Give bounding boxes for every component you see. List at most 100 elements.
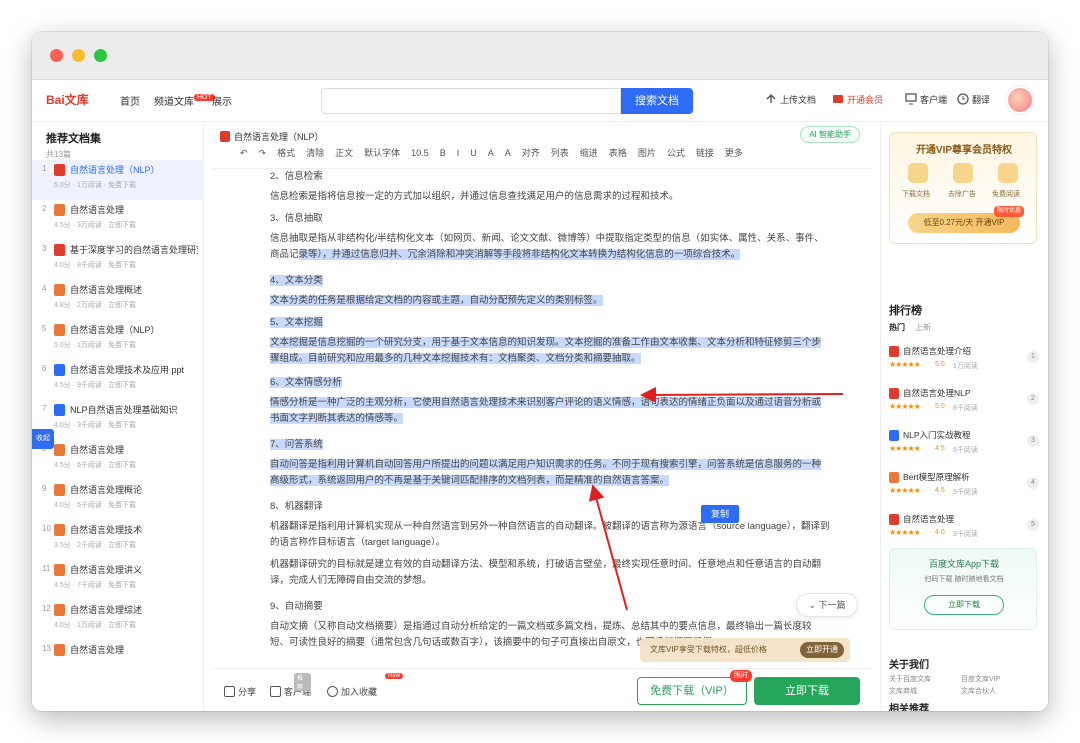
free-download-button[interactable]: 免费下载（VIP） 限时: [637, 670, 752, 705]
upload-icon: [765, 93, 777, 105]
toolbar-button[interactable]: 列表: [551, 148, 569, 158]
tab-hot[interactable]: 热门: [889, 323, 905, 332]
doc-list-item[interactable]: 3 基于深度学习的自然语言处理研究 4.0分 · 8千阅读 · 免费下载: [32, 240, 203, 280]
vip-tool[interactable]: 开通会员: [832, 93, 883, 106]
section-heading-text: 8、机器翻译: [270, 501, 323, 512]
next-doc-button[interactable]: ⌄ 下一篇: [796, 593, 858, 617]
translate-tool[interactable]: 翻译: [957, 93, 990, 106]
paragraph: 情感分析是一种广泛的主观分析，它使用自然语言处理技术来识别客户评论的语义情感，语…: [270, 395, 830, 427]
doc-meta: 5.0分 · 1万阅读 · 免费下载: [54, 182, 137, 189]
toolbar-button[interactable]: 格式: [277, 148, 295, 158]
app-download-button[interactable]: 立即下载: [924, 595, 1004, 615]
ranking-name: 自然语言处理: [903, 514, 955, 524]
section-heading-text: 6、文本情感分析: [270, 377, 342, 388]
toolbar-button[interactable]: ↶: [240, 148, 248, 158]
toolbar-button[interactable]: ↷: [259, 148, 267, 158]
about-link[interactable]: 文库商城: [889, 686, 917, 696]
download-button[interactable]: 立即下载: [754, 677, 860, 705]
minimize-window-button[interactable]: [72, 49, 85, 62]
toolbar-button[interactable]: A: [505, 148, 511, 158]
favorite-action[interactable]: New 加入收藏: [327, 673, 404, 698]
ranking-item[interactable]: 自然语言处理介绍 ★★★★★ 5.0 1万阅读 1: [889, 344, 1039, 378]
ranking-item[interactable]: NLP入门实战教程 ★★★★★ 4.5 6千阅读 3: [889, 428, 1039, 462]
share-label: 分享: [238, 687, 257, 697]
paragraph-text: 情感分析是一种广泛的主观分析，它使用自然语言处理技术来识别客户评论的语义情感，语…: [270, 397, 822, 424]
document-body[interactable]: 2、信息检索 信息检索是指将信息按一定的方式加以组织，并通过信息查找满足用户的信息…: [212, 168, 872, 668]
doc-type-icon: [889, 472, 899, 483]
collapse-tab[interactable]: 收起: [32, 429, 54, 449]
rank-number: 2: [1027, 393, 1039, 405]
client-action[interactable]: 推荐 客户端: [270, 673, 312, 698]
toolbar-button[interactable]: 清除: [306, 148, 324, 158]
next-doc-label: 下一篇: [818, 600, 846, 610]
section-heading-text: 4、文本分类: [270, 275, 323, 286]
doc-index: 13: [42, 644, 51, 653]
star-icon: [327, 686, 338, 697]
doc-index: 2: [42, 204, 47, 213]
doc-list-item[interactable]: 6 自然语言处理技术及应用 ppt 4.5分 · 9千阅读 · 立即下载: [32, 360, 203, 400]
user-avatar[interactable]: [1006, 86, 1034, 114]
about-link[interactable]: 文库合伙人: [961, 686, 996, 696]
doc-meta: 4.8分 · 2万阅读 · 立即下载: [54, 302, 137, 309]
paragraph: 信息检索是指将信息按一定的方式加以组织，并通过信息查找满足用户的信息需求的过程和…: [270, 189, 830, 205]
open-vip-button[interactable]: 低至0.27元/天 开通VIP 限时优惠: [908, 206, 1024, 233]
doc-list-item[interactable]: 12 自然语言处理综述 4.0分 · 1万阅读 · 立即下载: [32, 600, 203, 640]
toolbar-button[interactable]: 10.5: [411, 148, 429, 158]
doc-icon: [220, 131, 230, 142]
upload-label: 上传文档: [780, 95, 817, 105]
toolbar-button[interactable]: 图片: [638, 148, 656, 158]
section-heading-text: 9、自动摘要: [270, 601, 323, 612]
doc-list-item[interactable]: 8自然语言处理4.5分 · 6千阅读 · 立即下载: [32, 440, 203, 480]
panel-subtitle: 共13篇: [46, 150, 71, 159]
toast-button[interactable]: 立即开通: [800, 642, 844, 658]
nav-showcase[interactable]: 展示: [212, 93, 232, 108]
toolbar-button[interactable]: 表格: [609, 148, 627, 158]
toolbar-button[interactable]: 对齐: [522, 148, 540, 158]
ranking-item[interactable]: 自然语言处理NLP ★★★★★ 5.0 8千阅读 2: [889, 386, 1039, 420]
doc-list-item[interactable]: 1 自然语言处理（NLP） 5.0分 · 1万阅读 · 免费下载: [32, 160, 203, 200]
ranking-item[interactable]: 自然语言处理 ★★★★★ 4.0 3千阅读 5: [889, 512, 1039, 546]
tab-new[interactable]: 上新: [915, 323, 931, 332]
doc-list-item[interactable]: 4 自然语言处理概述 4.8分 · 2万阅读 · 立即下载: [32, 280, 203, 320]
upload-tool[interactable]: 上传文档: [765, 93, 816, 106]
ai-assistant-chip[interactable]: AI 智能助手: [800, 126, 860, 143]
top-navigation: Bai文库 首页 频道文库 HOT 展示 搜索文档 上传文档 开通会员 客户端 翻…: [32, 80, 1048, 122]
doc-list-item[interactable]: 9 自然语言处理概论 4.0分 · 5千阅读 · 免费下载: [32, 480, 203, 520]
share-action[interactable]: 分享: [224, 685, 256, 698]
doc-type-icon: [54, 604, 65, 616]
toolbar-button[interactable]: 公式: [667, 148, 685, 158]
toolbar-button[interactable]: 默认字体: [364, 148, 400, 158]
toolbar-button[interactable]: 链接: [696, 148, 714, 158]
toolbar-button[interactable]: A: [488, 148, 494, 158]
toolbar-button[interactable]: 正文: [335, 148, 353, 158]
site-logo[interactable]: Bai文库: [46, 91, 89, 108]
toolbar-button[interactable]: 更多: [725, 148, 743, 158]
search-button[interactable]: 搜索文档: [621, 88, 693, 114]
nav-channel[interactable]: 频道文库 HOT: [154, 93, 215, 108]
nav-home[interactable]: 首页: [120, 93, 140, 108]
toolbar-button[interactable]: 缩进: [580, 148, 598, 158]
doc-list-item[interactable]: 11 自然语言处理讲义 4.5分 · 7千阅读 · 免费下载: [32, 560, 203, 600]
doc-list-item[interactable]: 13 自然语言处理: [32, 640, 203, 680]
doc-list-item[interactable]: 7 NLP自然语言处理基础知识 4.0分 · 3千阅读 · 免费下载: [32, 400, 203, 440]
toolbar-button[interactable]: B: [440, 148, 446, 158]
ranking-score: 5.0: [935, 361, 945, 368]
section-heading: 8、机器翻译: [270, 499, 830, 515]
rank-number: 3: [1027, 435, 1039, 447]
doc-index: 3: [42, 244, 47, 253]
doc-list-item[interactable]: 5 自然语言处理（NLP） 5.0分 · 1万阅读 · 免费下载: [32, 320, 203, 360]
copy-button[interactable]: 复制: [701, 505, 739, 523]
search-input[interactable]: [321, 88, 621, 114]
close-window-button[interactable]: [50, 49, 63, 62]
about-link[interactable]: 百度文库VIP: [961, 674, 1000, 684]
doc-list-item[interactable]: 10 自然语言处理技术 3.5分 · 2千阅读 · 立即下载: [32, 520, 203, 560]
toolbar-button[interactable]: U: [470, 148, 477, 158]
doc-name: 自然语言处理: [70, 205, 125, 215]
ranking-item[interactable]: Bert模型原理解析 ★★★★★ 4.5 5千阅读 4: [889, 470, 1039, 504]
client-tool[interactable]: 客户端: [905, 93, 947, 106]
about-link[interactable]: 关于百度文库: [889, 674, 931, 684]
doc-index: 9: [42, 484, 47, 493]
doc-list-item[interactable]: 2 自然语言处理 4.5分 · 3万阅读 · 立即下载: [32, 200, 203, 240]
maximize-window-button[interactable]: [94, 49, 107, 62]
toolbar-button[interactable]: I: [457, 148, 460, 158]
